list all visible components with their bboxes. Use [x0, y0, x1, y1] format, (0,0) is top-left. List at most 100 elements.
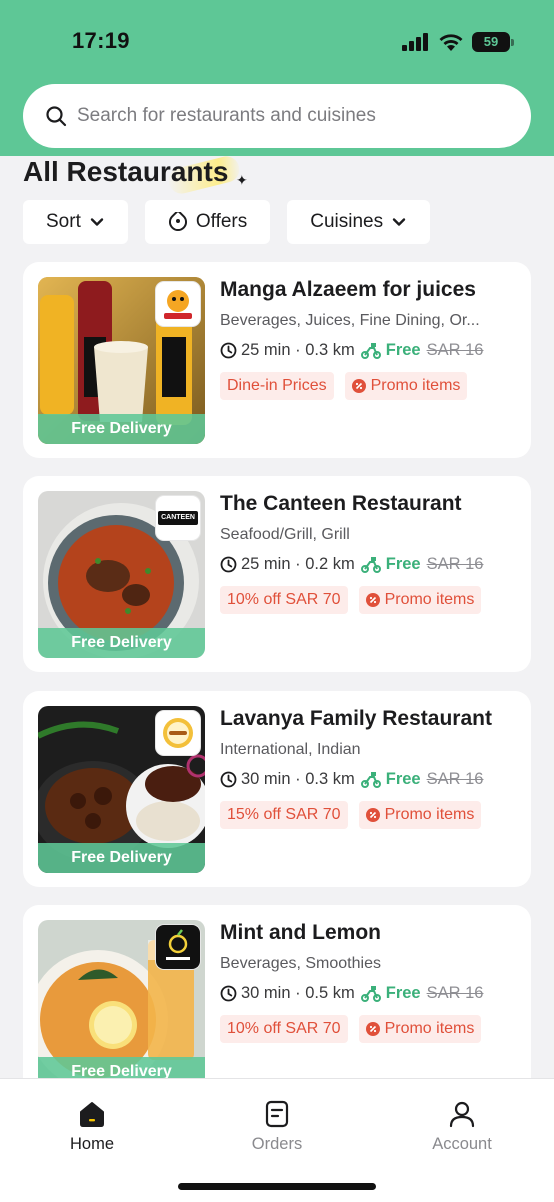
offer-tags: 10% off SAR 70 Promo items — [220, 586, 520, 614]
original-delivery-fee: SAR 16 — [426, 341, 484, 359]
home-indicator — [178, 1183, 376, 1190]
delivery-fee: Free — [385, 341, 421, 359]
delivery-time: 30 min — [241, 770, 291, 788]
restaurant-name: Mint and Lemon — [220, 921, 381, 944]
promo-icon — [365, 593, 380, 607]
original-delivery-fee: SAR 16 — [426, 770, 484, 788]
restaurant-logo — [155, 281, 201, 327]
restaurant-image: Free Delivery — [38, 706, 205, 873]
restaurant-name: The Canteen Restaurant — [220, 492, 462, 515]
tab-account-label: Account — [432, 1135, 492, 1153]
header: 17:19 59 Search for restaurants and cuis… — [0, 0, 554, 156]
delivery-fee: Free — [385, 555, 421, 573]
sort-filter-button[interactable]: Sort — [23, 200, 128, 244]
free-delivery-badge: Free Delivery — [38, 628, 205, 658]
cuisines-filter-button[interactable]: Cuisines — [287, 200, 431, 244]
clock-icon — [220, 342, 237, 359]
free-delivery-badge: Free Delivery — [38, 843, 205, 873]
sparkle-icon: ✦ — [236, 172, 248, 188]
account-icon — [449, 1101, 475, 1128]
home-icon — [80, 1102, 104, 1127]
search-input[interactable]: Search for restaurants and cuisines — [77, 105, 376, 127]
restaurant-cuisines: International, Indian — [220, 741, 361, 758]
restaurant-logo — [155, 710, 201, 756]
scooter-icon — [360, 986, 381, 1002]
clock-icon — [220, 771, 237, 788]
distance: 0.5 km — [305, 984, 355, 1002]
promo-icon — [351, 379, 366, 393]
restaurant-card[interactable]: Free Delivery Manga Alzaeem for juices B… — [23, 262, 531, 458]
distance: 0.3 km — [305, 341, 355, 359]
offers-label: Offers — [195, 211, 248, 232]
discount-tag: 15% off SAR 70 — [220, 801, 348, 829]
status-bar: 17:19 59 — [0, 26, 554, 58]
orders-icon — [265, 1100, 289, 1128]
search-bar[interactable]: Search for restaurants and cuisines — [23, 84, 531, 148]
offer-tags: 15% off SAR 70 Promo items — [220, 801, 520, 829]
delivery-time: 25 min — [241, 341, 291, 359]
offer-tags: Dine-in Prices Promo items — [220, 372, 520, 400]
distance: 0.2 km — [305, 555, 355, 573]
restaurant-card[interactable]: Free Delivery Mint and Lemon Beverages, … — [23, 905, 531, 1101]
restaurant-name: Lavanya Family Restaurant — [220, 707, 492, 730]
promo-tag: Promo items — [358, 586, 482, 614]
scooter-icon — [360, 772, 381, 788]
cuisines-label: Cuisines — [310, 211, 384, 232]
system-icons: 59 — [402, 32, 514, 52]
filter-bar: Sort Offers Cuisines — [23, 200, 431, 244]
promo-tag: Promo items — [344, 372, 468, 400]
offer-tag: Dine-in Prices — [220, 372, 334, 400]
page-title: All Restaurants — [23, 156, 229, 187]
free-delivery-badge: Free Delivery — [38, 414, 205, 444]
restaurant-image: Free Delivery — [38, 920, 205, 1087]
delivery-time: 25 min — [241, 555, 291, 573]
offer-tags: 10% off SAR 70 Promo items — [220, 1015, 520, 1043]
original-delivery-fee: SAR 16 — [426, 984, 484, 1002]
delivery-fee: Free — [385, 770, 421, 788]
restaurant-cuisines: Seafood/Grill, Grill — [220, 526, 350, 543]
sort-label: Sort — [46, 211, 81, 232]
delivery-fee: Free — [385, 984, 421, 1002]
restaurant-card[interactable]: Free Delivery Lavanya Family Restaurant … — [23, 691, 531, 887]
distance: 0.3 km — [305, 770, 355, 788]
promo-tag: Promo items — [358, 1015, 482, 1043]
promo-icon — [365, 808, 380, 822]
restaurant-name: Manga Alzaeem for juices — [220, 278, 476, 301]
scooter-icon — [360, 343, 381, 359]
restaurant-image: Free Delivery — [38, 277, 205, 444]
restaurant-card[interactable]: CANTEEN Free Delivery The Canteen Restau… — [23, 476, 531, 672]
signal-icon — [402, 33, 428, 51]
scooter-icon — [360, 557, 381, 573]
tab-home-label: Home — [69, 1135, 114, 1153]
clock-icon — [220, 985, 237, 1002]
restaurant-cuisines: Beverages, Juices, Fine Dining, Or... — [220, 312, 480, 329]
original-delivery-fee: SAR 16 — [426, 555, 484, 573]
restaurant-logo — [155, 924, 201, 970]
chevron-down-icon — [392, 218, 406, 226]
restaurant-cuisines: Beverages, Smoothies — [220, 955, 381, 972]
tab-account[interactable]: Account — [407, 1099, 517, 1154]
restaurant-image: CANTEEN Free Delivery — [38, 491, 205, 658]
tag-icon — [168, 212, 187, 232]
delivery-meta: 25 min · 0.3 km Free SAR 16 — [220, 341, 520, 360]
battery-icon: 59 — [472, 32, 514, 52]
clock-icon — [220, 556, 237, 573]
chevron-down-icon — [90, 218, 104, 226]
wifi-icon — [439, 33, 463, 51]
delivery-meta: 30 min · 0.5 km Free SAR 16 — [220, 984, 520, 1003]
tab-orders-label: Orders — [251, 1135, 303, 1153]
tab-home[interactable]: Home — [37, 1099, 147, 1154]
tab-orders[interactable]: Orders — [222, 1099, 332, 1154]
delivery-time: 30 min — [241, 984, 291, 1002]
restaurant-logo: CANTEEN — [155, 495, 201, 541]
offers-filter-button[interactable]: Offers — [144, 200, 271, 244]
battery-level: 59 — [483, 34, 499, 49]
delivery-meta: 30 min · 0.3 km Free SAR 16 — [220, 770, 520, 789]
promo-tag: Promo items — [358, 801, 482, 829]
status-time: 17:19 — [72, 28, 130, 53]
delivery-meta: 25 min · 0.2 km Free SAR 16 — [220, 555, 520, 574]
search-icon — [46, 106, 67, 127]
discount-tag: 10% off SAR 70 — [220, 586, 348, 614]
discount-tag: 10% off SAR 70 — [220, 1015, 348, 1043]
promo-icon — [365, 1022, 380, 1036]
